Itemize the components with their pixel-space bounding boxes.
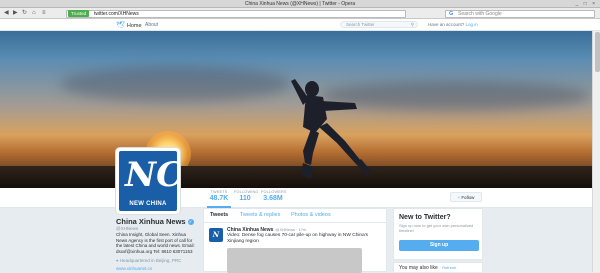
avatar-image: NC NEW CHINA xyxy=(119,151,177,211)
browser-search-input[interactable]: G Search with Google xyxy=(445,9,595,18)
window-titlebar: China Xinhua News (@XHNews) | Twitter - … xyxy=(0,0,600,8)
tweet-text: Video: Dense fog causes 70-car pile-up o… xyxy=(227,233,369,244)
home-icon[interactable]: ⌂ xyxy=(32,10,36,17)
scrollbar-thumb[interactable] xyxy=(594,32,600,72)
twitter-search-placeholder: Search Twitter xyxy=(346,22,375,27)
login-link[interactable]: Log in xyxy=(466,22,478,27)
profile-bio: China Insight, Global Seen. Xinhua News … xyxy=(116,232,195,254)
jumping-person-silhouette xyxy=(291,79,371,179)
trusted-badge[interactable]: Trusted xyxy=(68,10,90,17)
twitter-nav: 🕊 Home About Search Twitter ⚲ Have an acc… xyxy=(0,19,600,31)
stat-value: 48.7K xyxy=(209,195,229,202)
window-title: China Xinhua News (@XHNews) | Twitter - … xyxy=(244,1,356,7)
stat-label: TWEETS xyxy=(210,190,228,194)
signup-title: New to Twitter? xyxy=(399,214,451,221)
signup-subtitle: Sign up now to get your own personalized… xyxy=(399,223,474,233)
profile-location: ⌖ Headquartered in Beijing, PRC xyxy=(116,258,181,263)
home-link[interactable]: 🕊 Home xyxy=(116,21,142,29)
timeline-tabs: Tweets Tweets & replies Photos & videos xyxy=(204,209,386,223)
back-icon[interactable]: ◀ xyxy=(4,10,9,17)
stat-label: FOLLOWING xyxy=(234,190,259,194)
signup-button[interactable]: Sign up xyxy=(399,240,479,251)
may-also-like-title: You may also like · Refresh xyxy=(399,265,456,271)
reload-icon[interactable]: ↻ xyxy=(22,10,27,17)
profile-name[interactable]: China Xinhua News ✓ xyxy=(116,217,194,226)
profile-name-text: China Xinhua News xyxy=(116,217,186,226)
follow-button[interactable]: +Follow xyxy=(450,192,482,202)
tweet-avatar[interactable]: N xyxy=(209,228,223,242)
twitter-bird-icon: 🕊 xyxy=(116,22,125,29)
tab-photos-videos[interactable]: Photos & videos xyxy=(291,212,331,218)
follow-icon: + xyxy=(457,195,461,200)
may-also-like-text: You may also like xyxy=(399,265,438,271)
url-text[interactable]: twitter.com/XHNews xyxy=(94,11,139,17)
browser-search-placeholder: Search with Google xyxy=(458,11,502,17)
refresh-link[interactable]: · Refresh xyxy=(440,265,456,270)
follow-label: Follow xyxy=(461,195,475,200)
stat-value: 3.68M xyxy=(263,195,283,202)
tab-tweets-replies[interactable]: Tweets & replies xyxy=(240,212,280,218)
profile-location-text: Headquartered in Beijing, PRC xyxy=(119,258,182,263)
stat-tweets[interactable]: TWEETS 48.7K xyxy=(207,190,231,208)
twitter-search-input[interactable]: Search Twitter ⚲ xyxy=(340,21,418,28)
browser-toolbar: ◀ ▶ ↻ ⌂ ≡ twitter.com/XHNews Trusted G S… xyxy=(0,8,600,19)
may-also-like-module: You may also like · Refresh xyxy=(393,262,483,272)
stat-following[interactable]: FOLLOWING 110 xyxy=(234,190,259,202)
home-label: Home xyxy=(126,23,142,29)
header-banner-image xyxy=(0,31,592,188)
search-icon[interactable]: ⚲ xyxy=(411,22,414,28)
location-icon: ⌖ xyxy=(116,258,119,263)
tweet-media[interactable] xyxy=(227,248,362,273)
signup-module: New to Twitter? Sign up now to get your … xyxy=(393,208,483,260)
address-bar[interactable]: twitter.com/XHNews xyxy=(66,9,406,18)
profile-website-link[interactable]: www.xinhuanet.cn xyxy=(116,266,152,271)
menu-icon[interactable]: ≡ xyxy=(42,10,46,17)
about-link[interactable]: About xyxy=(145,22,158,28)
banner-cloud xyxy=(60,66,290,102)
timeline: Tweets Tweets & replies Photos & videos … xyxy=(203,208,387,273)
verified-icon: ✓ xyxy=(187,219,194,226)
tab-tweets[interactable]: Tweets xyxy=(210,212,228,218)
avatar-label: NEW CHINA xyxy=(129,201,167,207)
stat-followers[interactable]: FOLLOWERS 3.68M xyxy=(261,190,287,202)
stat-label: FOLLOWERS xyxy=(261,190,287,194)
tweet-meta[interactable]: @XHNews · 17m xyxy=(275,227,306,232)
profile-nav: TWEETS 48.7K FOLLOWING 110 FOLLOWERS 3.6… xyxy=(0,188,592,208)
profile-handle[interactable]: @XHNews xyxy=(116,226,138,231)
window-controls[interactable]: _ □ × xyxy=(576,1,598,7)
login-prompt: Have an account? Log in xyxy=(428,22,478,27)
new-china-logo-mark: NC xyxy=(125,155,177,195)
page-scrollbar[interactable] xyxy=(592,31,600,272)
login-prompt-text: Have an account? xyxy=(428,22,465,27)
avatar[interactable]: NC NEW CHINA xyxy=(116,148,180,214)
forward-icon[interactable]: ▶ xyxy=(13,10,18,17)
google-icon: G xyxy=(449,10,454,17)
stat-value: 110 xyxy=(239,195,251,202)
